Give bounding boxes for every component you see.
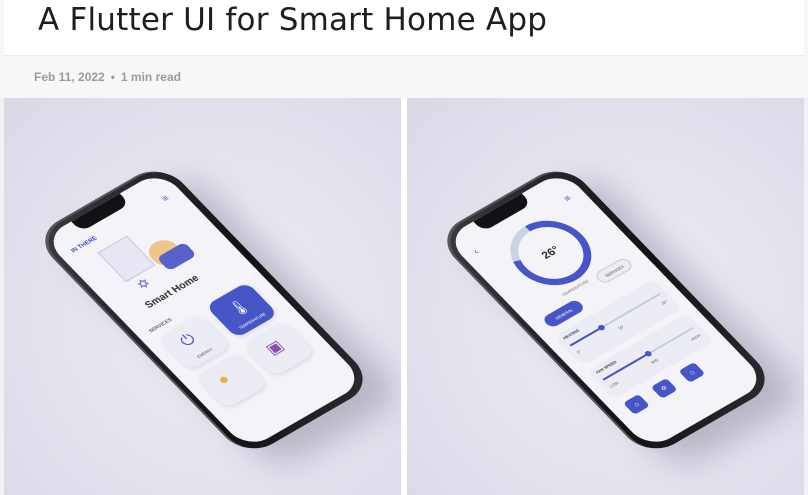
gallery-image-home-screen[interactable]: IN THERE ≡ ✡ Smart Home SERVICES ⏻ ENERG… <box>4 98 401 495</box>
fan-mode-icon: ✡ <box>650 377 678 399</box>
article-header: A Flutter UI for Smart Home App Feb 11, … <box>0 0 808 98</box>
tick-label: HIGH <box>689 332 702 342</box>
image-gallery: IN THERE ≡ ✡ Smart Home SERVICES ⏻ ENERG… <box>4 98 804 495</box>
temperature-dial: 26° <box>493 208 608 298</box>
phone-mockup: ‹ ≡ 26° TEMPERATURE GENERAL SERVICES HEA… <box>433 161 779 459</box>
phone-mockup: IN THERE ≡ ✡ Smart Home SERVICES ⏻ ENERG… <box>31 161 377 459</box>
post-meta: Feb 11, 2022 • 1 min read <box>34 70 181 84</box>
meta-separator: • <box>110 70 115 84</box>
bulb-icon: ● <box>213 371 235 389</box>
menu-icon: ≡ <box>159 193 172 204</box>
illustration-board <box>97 235 156 283</box>
home-icon: ⌂ <box>622 393 650 415</box>
service-card-tv: ▣ <box>242 320 316 377</box>
services-pill: SERVICES <box>593 256 635 285</box>
service-card-light: ● <box>195 352 269 409</box>
gallery-image-temperature-screen[interactable]: ‹ ≡ 26° TEMPERATURE GENERAL SERVICES HEA… <box>407 98 804 495</box>
post-title[interactable]: A Flutter UI for Smart Home App <box>38 0 547 40</box>
dial-center: 26° <box>504 216 597 289</box>
power-plug-icon: ⏻ <box>176 331 200 351</box>
tick-label: LOW <box>608 380 620 389</box>
tv-icon: ▣ <box>262 337 288 359</box>
thermometer-icon: 🌡 <box>225 296 256 320</box>
home-icon: ⌂ <box>678 361 706 383</box>
tick-label: MID <box>649 357 660 365</box>
back-arrow-icon: ‹ <box>470 246 481 256</box>
post-date: Feb 11, 2022 <box>34 70 105 84</box>
tick-label: 30° <box>660 298 669 306</box>
read-time: 1 min read <box>120 70 181 84</box>
tick-label: 15° <box>616 323 626 331</box>
fan-icon: ✡ <box>132 274 155 293</box>
title-band: A Flutter UI for Smart Home App <box>4 0 804 56</box>
temperature-value: 26° <box>539 244 563 262</box>
menu-icon: ≡ <box>561 193 574 204</box>
tick-label: 0° <box>575 348 583 355</box>
